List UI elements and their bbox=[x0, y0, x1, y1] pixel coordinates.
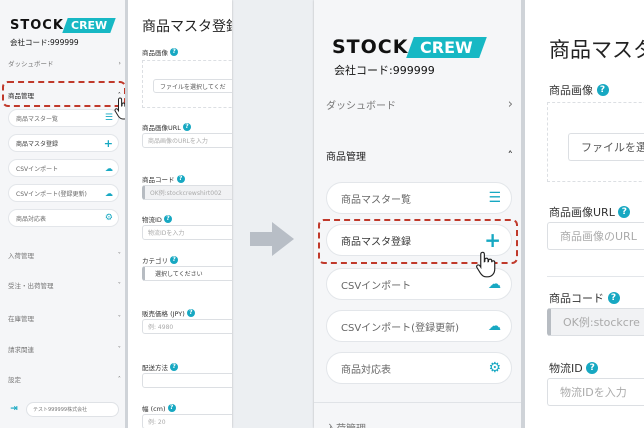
sidebar-subitem-correspondence[interactable]: 商品対応表 ⚙ bbox=[326, 352, 512, 384]
logout-icon[interactable]: ⇥ bbox=[8, 404, 20, 414]
logo-crew: CREW bbox=[62, 18, 116, 33]
chevron-up-icon: ˄ bbox=[507, 148, 514, 162]
field-label-logistics-id: 物流ID ? bbox=[142, 214, 173, 224]
help-icon[interactable]: ? bbox=[170, 363, 179, 371]
sidebar-item-billing[interactable]: 請求関連 ˅ bbox=[8, 342, 121, 356]
upload-icon: ☁ bbox=[488, 276, 501, 292]
sidebar-item-dashboard[interactable]: ダッシュボード › bbox=[326, 95, 513, 113]
help-icon[interactable]: ? bbox=[164, 215, 173, 223]
divider bbox=[314, 402, 521, 403]
help-icon[interactable]: ? bbox=[618, 206, 631, 218]
field-label-image-url: 商品画像URL ? bbox=[142, 122, 191, 132]
image-dropzone[interactable]: ファイルを選 bbox=[547, 102, 644, 182]
chevron-down-icon: ˅ bbox=[117, 345, 121, 353]
gear-icon: ⚙ bbox=[104, 213, 113, 223]
code-input[interactable]: OK例:stockcre bbox=[547, 308, 644, 336]
field-label-logistics-id: 物流ID ? bbox=[549, 360, 599, 376]
plus-icon: + bbox=[103, 136, 113, 150]
image-url-input[interactable]: 商品画像のURLを入力 bbox=[142, 133, 232, 148]
page-title: 商品マスタ登録 bbox=[142, 19, 232, 35]
sidebar-zoomed: STOCK CREW 会社コード:999999 ダッシュボード › 商品管理 ˄ 商… bbox=[314, 0, 521, 428]
help-icon[interactable]: ? bbox=[176, 175, 185, 183]
help-icon[interactable]: ? bbox=[586, 362, 599, 374]
file-select-button[interactable]: ファイルを選択してくだ bbox=[153, 79, 232, 93]
logo: STOCK CREW bbox=[10, 18, 116, 33]
sidebar-subitem-product-list[interactable]: 商品マスター覧 ☰ bbox=[8, 109, 119, 127]
help-icon[interactable]: ? bbox=[607, 292, 620, 304]
main-content: 商品マスタ登録 商品画像 ? ファイルを選択してくだ 商品画像URL ? 商品画… bbox=[128, 0, 232, 428]
hand-cursor-icon bbox=[476, 251, 496, 278]
image-dropzone[interactable]: ファイルを選択してくだ bbox=[142, 60, 232, 108]
logistics-id-input[interactable]: 物流IDを入力 bbox=[142, 225, 232, 240]
screenshot-after: STOCK CREW 会社コード:999999 ダッシュボード › 商品管理 ˄ 商… bbox=[314, 0, 644, 428]
field-label-image-url: 商品画像URL ? bbox=[549, 204, 631, 220]
sidebar-subitem-csv-import[interactable]: CSVインポート ☁ bbox=[8, 159, 119, 177]
list-icon: ☰ bbox=[104, 113, 113, 123]
sidebar-subitem-correspondence[interactable]: 商品対応表 ⚙ bbox=[8, 209, 119, 227]
file-select-button[interactable]: ファイルを選 bbox=[568, 133, 644, 161]
field-label-code: 商品コード ? bbox=[549, 290, 620, 306]
highlight-box bbox=[2, 81, 126, 107]
upload-icon: ☁ bbox=[488, 318, 501, 334]
sidebar-subitem-csv-import-update[interactable]: CSVインポート(登録更新) ☁ bbox=[326, 310, 512, 342]
arrow-right-icon bbox=[250, 222, 294, 256]
footer-company[interactable]: テスト999999株式会社 bbox=[26, 401, 119, 417]
logistics-id-input[interactable]: 物流IDを入力 bbox=[547, 378, 644, 406]
field-label-image: 商品画像 ? bbox=[549, 82, 609, 98]
chevron-down-icon: ˅ bbox=[117, 314, 121, 322]
sidebar-item-dashboard[interactable]: ダッシュボード › bbox=[8, 56, 121, 70]
sidebar-item-receiving[interactable]: 入荷管理 ˅ bbox=[8, 248, 121, 262]
sidebar-subitem-product-register[interactable]: 商品マスタ登録 + bbox=[8, 134, 119, 152]
code-input[interactable]: OK例:stockcrewshirt002 bbox=[142, 185, 232, 200]
chevron-right-icon: › bbox=[118, 59, 121, 67]
sidebar-item-orders[interactable]: 受注・出荷管理 ˅ bbox=[8, 278, 121, 292]
logo-stock: STOCK bbox=[10, 18, 64, 33]
upload-icon: ☁ bbox=[105, 163, 113, 173]
chevron-up-icon: ˄ bbox=[117, 375, 121, 383]
gear-icon: ⚙ bbox=[488, 360, 501, 376]
field-label-width: 幅 (cm) ? bbox=[142, 403, 176, 413]
sidebar-item-settings[interactable]: 設定 ˄ bbox=[8, 372, 121, 386]
divider bbox=[547, 276, 644, 277]
help-icon[interactable]: ? bbox=[170, 48, 179, 56]
category-select[interactable]: 選択してください bbox=[142, 266, 232, 281]
help-icon[interactable]: ? bbox=[170, 256, 179, 264]
shipping-select[interactable] bbox=[142, 373, 232, 388]
price-input[interactable]: 例: 4980 bbox=[142, 319, 232, 334]
company-code: 会社コード:999999 bbox=[10, 38, 79, 47]
company-code: 会社コード:999999 bbox=[334, 64, 435, 77]
sidebar-footer: ⇥ テスト999999株式会社 bbox=[8, 400, 119, 418]
sidebar-subitem-product-list[interactable]: 商品マスター覧 ☰ bbox=[326, 182, 512, 214]
help-icon[interactable]: ? bbox=[186, 309, 195, 317]
upload-icon: ☁ bbox=[105, 188, 113, 198]
main-content: 商品マスタ 商品画像 ? ファイルを選 商品画像URL ? 商品画像のURL 商… bbox=[525, 0, 644, 428]
field-label-price: 販売価格 (JPY) ? bbox=[142, 308, 195, 318]
sidebar: STOCK CREW 会社コード:999999 ダッシュボード › 商品管理 ˄ 商… bbox=[0, 0, 131, 428]
field-label-image: 商品画像 ? bbox=[142, 47, 179, 57]
list-icon: ☰ bbox=[488, 190, 501, 206]
logo-stock: STOCK bbox=[332, 36, 409, 58]
logo: STOCK CREW bbox=[332, 36, 487, 58]
sidebar-subitem-csv-import-update[interactable]: CSVインポート(登録更新) ☁ bbox=[8, 184, 119, 202]
image-url-input[interactable]: 商品画像のURL bbox=[547, 222, 644, 250]
help-icon[interactable]: ? bbox=[167, 404, 176, 412]
screenshot-before: STOCK CREW 会社コード:999999 ダッシュボード › 商品管理 ˄ 商… bbox=[0, 0, 232, 428]
sidebar-item-product-mgmt[interactable]: 商品管理 ˄ bbox=[326, 146, 513, 164]
chevron-right-icon: › bbox=[507, 96, 513, 112]
logo-crew: CREW bbox=[406, 36, 487, 58]
page-title: 商品マスタ bbox=[549, 38, 644, 62]
sidebar-item-receiving[interactable]: 入荷管理 bbox=[326, 418, 513, 428]
field-label-code: 商品コード ? bbox=[142, 174, 185, 184]
help-icon[interactable]: ? bbox=[596, 84, 609, 96]
width-input[interactable]: 例: 20 bbox=[142, 414, 232, 428]
chevron-down-icon: ˅ bbox=[117, 281, 121, 289]
chevron-down-icon: ˅ bbox=[117, 251, 121, 259]
sidebar-item-inventory[interactable]: 在庫管理 ˅ bbox=[8, 311, 121, 325]
field-label-shipping: 配送方法 ? bbox=[142, 362, 179, 372]
field-label-category: カテゴリ ? bbox=[142, 255, 179, 265]
help-icon[interactable]: ? bbox=[182, 123, 191, 131]
